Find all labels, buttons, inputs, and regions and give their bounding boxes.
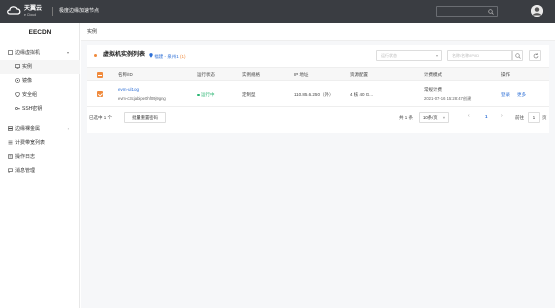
billing-created-time: 2021-07-16 15:28:47创建 [424, 96, 472, 101]
refresh-button[interactable] [529, 50, 541, 61]
logo-text: 天翼云 [24, 6, 43, 12]
user-icon [531, 5, 543, 17]
instance-config: 4 核 40 G... [350, 92, 374, 97]
page-size-select[interactable]: 10条/页 ▾ [419, 112, 449, 123]
global-search-input[interactable] [436, 6, 498, 17]
sidebar-item-label: 计费带宽列表 [15, 140, 46, 146]
top-bar: 天翼云 e Cloud 极度边缘加速节点 [0, 0, 555, 23]
column-header-spec: 实例规格 [242, 72, 260, 77]
page-size-value: 10条/页 [423, 115, 438, 120]
search-icon [488, 9, 494, 15]
table-row: evm-ul1og evm-c3cjabipe0hf09j9gng 运行中 定制… [87, 81, 549, 107]
billing-mode: 常规计费 [424, 87, 442, 92]
column-header-name: 名称/ID [118, 72, 133, 77]
table-header: 名称/ID 运行状态 实例规格 IP 地址 资源配置 计费模式 操作 [87, 67, 549, 81]
total-count: 共 1 条 [399, 115, 414, 120]
app-title: 极度边缘加速节点 [59, 8, 100, 14]
refresh-icon [533, 53, 539, 59]
sidebar-item-operation-log[interactable]: 操作日志 [0, 150, 80, 164]
column-header-config: 资源配置 [350, 72, 368, 77]
instance-name-link[interactable]: evm-ul1og [118, 87, 139, 92]
logo[interactable]: 天翼云 e Cloud [6, 4, 46, 19]
sidebar-item-instances[interactable]: 实例 [0, 60, 80, 74]
title-dot-icon [94, 54, 97, 57]
sidebar-item-messages[interactable]: 消息管理 [0, 164, 80, 178]
status-text: 运行中 [201, 92, 215, 97]
column-header-actions: 操作 [501, 72, 510, 77]
logo-subtext: e Cloud [24, 13, 37, 17]
chevron-down-icon: ▾ [435, 53, 438, 58]
cloud-logo-icon [7, 6, 21, 15]
batch-reset-password-button[interactable]: 批量重置密码 [124, 112, 166, 123]
log-icon [8, 154, 13, 159]
chevron-down-icon: ▾ [66, 50, 69, 55]
sidebar: EECDN 边缘虚拟机 ▾ 实例 镜像 安全组 SSH密钥 边缘裸金属 › 计费… [0, 23, 80, 308]
goto-label: 前往 [515, 115, 524, 120]
sidebar-item-edge-vm[interactable]: 边缘虚拟机 ▾ [0, 46, 80, 60]
login-link[interactable]: 登录 [501, 92, 510, 97]
chevron-right-icon: › [67, 126, 69, 131]
instance-id: evm-c3cjabipe0hf09j9gng [118, 96, 166, 101]
search-icon [515, 53, 521, 59]
select-all-checkbox[interactable] [97, 72, 103, 78]
sidebar-item-label: 消息管理 [15, 168, 36, 174]
message-icon [8, 168, 13, 173]
sidebar-item-label: 安全组 [22, 92, 38, 98]
prev-page-button[interactable]: ‹ [468, 111, 470, 122]
region-count: (1) [180, 54, 186, 59]
selected-count: 已选中 1 个 [89, 115, 113, 120]
list-icon [8, 140, 13, 145]
search-button[interactable] [511, 50, 523, 61]
search-input[interactable]: 名称/名称/IP/ID [447, 50, 513, 61]
cube-icon [8, 50, 13, 55]
divider [52, 7, 53, 16]
table-footer: 已选中 1 个 批量重置密码 共 1 条 10条/页 ▾ ‹ 1 › 前往 1 … [87, 111, 549, 127]
sidebar-item-label: SSH密钥 [22, 106, 43, 112]
sidebar-item-label: 镜像 [22, 78, 33, 84]
breadcrumb: 实例 [81, 23, 555, 41]
status-filter-select[interactable]: 运行状态 ▾ [376, 50, 442, 61]
goto-page-input[interactable]: 1 [528, 112, 540, 123]
instance-spec: 定制型 [242, 92, 256, 97]
sidebar-item-label: 实例 [22, 64, 33, 70]
region-name: 福建 - 泉州1 [154, 54, 179, 59]
main-content: 虚拟机实例列表 福建 - 泉州1 (1) 运行状态 ▾ 名称/名称/IP/ID … [81, 41, 555, 308]
sidebar-item-billing-bandwidth[interactable]: 计费带宽列表 [0, 136, 80, 150]
column-header-billing: 计费模式 [424, 72, 442, 77]
current-page[interactable]: 1 [485, 111, 488, 122]
status-filter-placeholder: 运行状态 [381, 53, 397, 58]
sidebar-item-label: 操作日志 [15, 154, 36, 160]
key-icon [15, 107, 20, 110]
server-icon [8, 126, 13, 131]
sidebar-item-ssh-key[interactable]: SSH密钥 [0, 102, 80, 116]
sidebar-item-label: 边缘虚拟机 [15, 50, 41, 56]
region-selector[interactable]: 福建 - 泉州1 (1) [149, 53, 186, 59]
monitor-icon [15, 64, 20, 69]
status-badge: 运行中 [197, 92, 215, 97]
disc-icon [15, 78, 20, 83]
sidebar-item-bare-metal[interactable]: 边缘裸金属 › [0, 122, 80, 136]
sidebar-item-label: 边缘裸金属 [15, 126, 41, 132]
sidebar-item-security-group[interactable]: 安全组 [0, 88, 80, 102]
sidebar-item-images[interactable]: 镜像 [0, 74, 80, 88]
search-placeholder: 名称/名称/IP/ID [452, 53, 480, 58]
page-title: 实例 [87, 29, 98, 35]
status-dot-icon [197, 93, 200, 97]
sidebar-brand: EECDN [28, 29, 52, 36]
instance-list-card: 虚拟机实例列表 福建 - 泉州1 (1) 运行状态 ▾ 名称/名称/IP/ID … [87, 45, 549, 133]
avatar[interactable] [531, 5, 543, 17]
chevron-down-icon: ▾ [442, 115, 445, 120]
column-header-ip: IP 地址 [294, 72, 309, 77]
column-header-status: 运行状态 [197, 72, 215, 77]
next-page-button[interactable]: › [501, 111, 503, 122]
goto-suffix: 页 [542, 115, 547, 120]
card-title-text: 虚拟机实例列表 [103, 52, 146, 58]
location-pin-icon [149, 53, 153, 58]
more-link[interactable]: 更多 [517, 92, 526, 97]
shield-icon [15, 92, 20, 97]
instance-ip: 110.85.6.250（外） [294, 92, 334, 97]
row-checkbox[interactable] [97, 91, 103, 97]
